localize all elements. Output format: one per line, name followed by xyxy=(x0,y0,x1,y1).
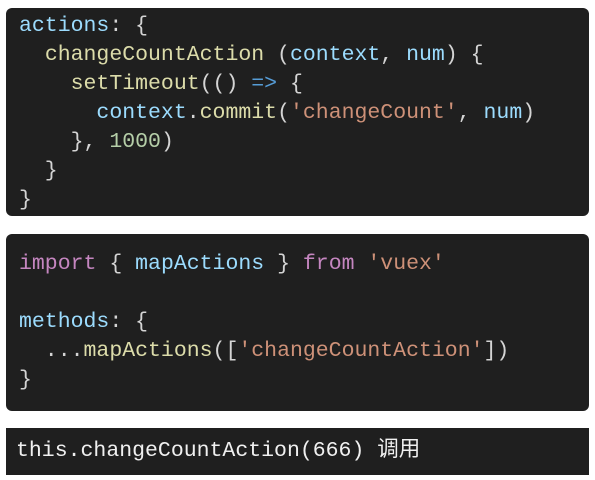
code-line: actions: { xyxy=(19,12,535,41)
code-line: changeCountAction (context, num) { xyxy=(19,41,535,70)
code-token: num xyxy=(406,43,445,67)
code-token: ( xyxy=(264,43,290,67)
code: import { mapActions } from 'vuex' methods… xyxy=(19,250,509,395)
code-token: . xyxy=(186,101,200,125)
code-token: , xyxy=(457,101,484,125)
code-token: context xyxy=(289,43,381,67)
code-line: methods: { xyxy=(19,308,509,337)
code-token: 1000 xyxy=(109,130,161,154)
code-token: : { xyxy=(109,14,149,38)
code-token: : { xyxy=(109,310,149,334)
code-token: } xyxy=(264,252,303,276)
code-token: from xyxy=(302,252,355,276)
code-token: 'changeCountAction' xyxy=(238,339,484,363)
code-token: 'changeCount' xyxy=(289,101,458,125)
code-token: context xyxy=(96,101,187,125)
code-token: ) xyxy=(160,130,174,154)
code-token: mapActions xyxy=(83,339,213,363)
code-token: 'vuex' xyxy=(367,252,445,276)
code-token: => xyxy=(251,72,278,96)
code-token: actions xyxy=(19,14,110,38)
code-token: { xyxy=(96,252,136,276)
code-token: this.changeCountAction(666) 调用 xyxy=(16,439,421,463)
code-line: } xyxy=(19,366,509,395)
code-line: } xyxy=(19,157,535,186)
code: this.changeCountAction(666) 调用 xyxy=(16,437,420,466)
code-line: } xyxy=(19,186,535,215)
code-token: changeCountAction xyxy=(44,43,265,67)
code-token: ) { xyxy=(444,43,484,67)
usage-note: this.changeCountAction(666) 调用 xyxy=(6,428,589,475)
code-line: setTimeout(() => { xyxy=(19,70,535,99)
code-token: }, xyxy=(19,130,110,154)
code-token: ( xyxy=(277,101,290,125)
code-token: commit xyxy=(199,101,278,125)
code-token: ([ xyxy=(212,339,239,363)
code-token: import xyxy=(19,252,97,276)
code-token: setTimeout xyxy=(70,72,200,96)
code-token: } xyxy=(19,188,32,212)
code-block-mapactions: import { mapActions } from 'vuex' methods… xyxy=(6,234,589,411)
code-token: { xyxy=(277,72,303,96)
code-token: (() xyxy=(199,72,252,96)
code-line: ...mapActions(['changeCountAction']) xyxy=(19,337,510,366)
code-line: import { mapActions } from 'vuex' xyxy=(19,250,509,279)
code-token: ) xyxy=(522,101,536,125)
code-token: , xyxy=(380,43,407,67)
code-token: ... xyxy=(19,339,84,363)
code-token: methods xyxy=(19,310,110,334)
code-block-actions: actions: { changeCountAction (context, n… xyxy=(6,8,589,216)
code-token: mapActions xyxy=(135,252,265,276)
code-line: this.changeCountAction(666) 调用 xyxy=(16,437,420,466)
code-token: } xyxy=(19,159,58,183)
code: actions: { changeCountAction (context, n… xyxy=(19,12,535,215)
code-token: } xyxy=(19,368,32,392)
code-line: context.commit('changeCount', num) xyxy=(19,99,535,128)
code-token: num xyxy=(483,101,523,125)
code-token: ]) xyxy=(483,339,510,363)
code-line: }, 1000) xyxy=(19,128,535,157)
